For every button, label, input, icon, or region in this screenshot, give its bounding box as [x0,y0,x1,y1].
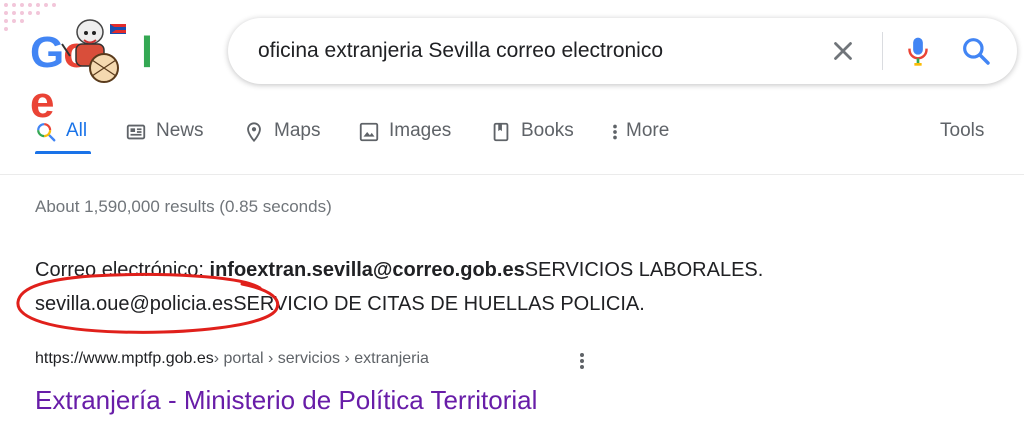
tools-button[interactable]: Tools [940,120,984,142]
tab-label: News [156,120,204,141]
google-doodle[interactable]: Google [0,0,175,127]
tab-books[interactable]: Books [490,120,574,164]
tab-more[interactable]: More [608,120,669,164]
snippet-line: sevilla.oue@policia.esSERVICIO DE CITAS … [35,287,935,321]
search-divider [882,32,883,70]
tab-label: All [66,120,88,141]
snippet-email: sevilla.oue@policia.es [35,293,234,315]
snippet-line: Correo electrónico: infoextran.sevilla@c… [35,253,935,287]
snippet-email-bold: infoextran.sevilla@correo.gob.es [209,259,525,281]
tab-news[interactable]: News [125,120,204,164]
snippet-text: SERVICIO DE CITAS DE HUELLAS POLICIA. [233,293,645,315]
news-icon [126,124,146,140]
tab-maps[interactable]: Maps [243,120,320,164]
tabs-divider [0,174,1024,175]
tab-label: Books [521,120,574,141]
tab-label: Images [389,120,452,141]
result-domain: https://www.mptfp.gob.es [35,350,214,367]
search-box [228,18,1017,84]
active-tab-indicator [35,151,91,154]
featured-snippet: Correo electrónico: infoextran.sevilla@c… [35,253,935,321]
search-icon[interactable] [960,35,992,67]
tab-label: Maps [274,120,321,141]
result-url[interactable]: https://www.mptfp.gob.es › portal › serv… [35,350,429,368]
tab-all[interactable]: All [35,120,91,164]
search-input[interactable] [258,18,818,84]
kebab-icon [613,124,617,140]
tab-label: More [626,120,670,141]
search-icon [37,123,56,142]
logo-letter: G [30,28,64,77]
more-options-icon[interactable] [572,349,592,373]
clear-search-icon[interactable] [828,36,858,66]
result-breadcrumb: › portal › servicios › extranjeria [213,350,429,367]
doodle-character-illustration [61,19,126,83]
search-tabs: All News Maps Images Books More Tools [0,120,1024,164]
image-icon [359,122,379,142]
snippet-text: SERVICIOS LABORALES. [524,259,764,281]
google-logo[interactable]: Google [30,19,170,127]
microphone-icon[interactable] [903,34,933,68]
snippet-text: Correo electrónico: [35,259,210,281]
result-title-link[interactable]: Extranjería - Ministerio de Política Ter… [35,385,537,416]
book-icon [493,122,509,142]
logo-letter: l [140,28,153,77]
tab-images[interactable]: Images [358,120,451,164]
map-pin-icon [247,122,261,143]
result-stats: About 1,590,000 results (0.85 seconds) [35,197,332,216]
